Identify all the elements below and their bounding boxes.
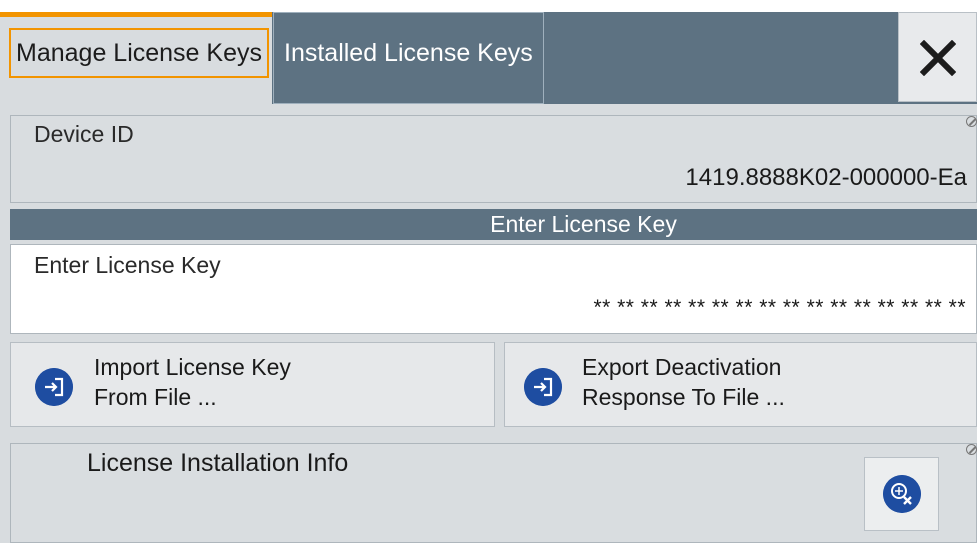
- export-button-label-line1: Export Deactivation: [582, 354, 782, 380]
- export-button-label-line2: Response To File ...: [582, 384, 785, 410]
- import-button-label-line2: From File ...: [94, 384, 217, 410]
- license-key-label: Enter License Key: [34, 252, 221, 278]
- info-mark-icon: [966, 444, 977, 455]
- export-file-icon: [524, 368, 562, 406]
- clear-info-icon: [883, 475, 921, 513]
- info-mark-icon: [966, 116, 977, 127]
- license-key-value: ** ** ** ** ** ** ** ** ** ** ** ** ** *…: [593, 296, 966, 319]
- tab-installed-license-keys-label: Installed License Keys: [284, 39, 533, 67]
- import-button-label-line1: Import License Key: [94, 354, 291, 380]
- device-id-value: 1419.8888K02-000000-Ea: [685, 164, 967, 191]
- section-header-enter-license-key: Enter License Key: [10, 209, 977, 240]
- license-installation-info-label: License Installation Info: [87, 449, 349, 477]
- device-id-label: Device ID: [34, 121, 134, 147]
- tab-manage-license-keys-label: Manage License Keys: [9, 28, 269, 78]
- import-file-icon: [35, 368, 73, 406]
- close-icon: [920, 40, 956, 76]
